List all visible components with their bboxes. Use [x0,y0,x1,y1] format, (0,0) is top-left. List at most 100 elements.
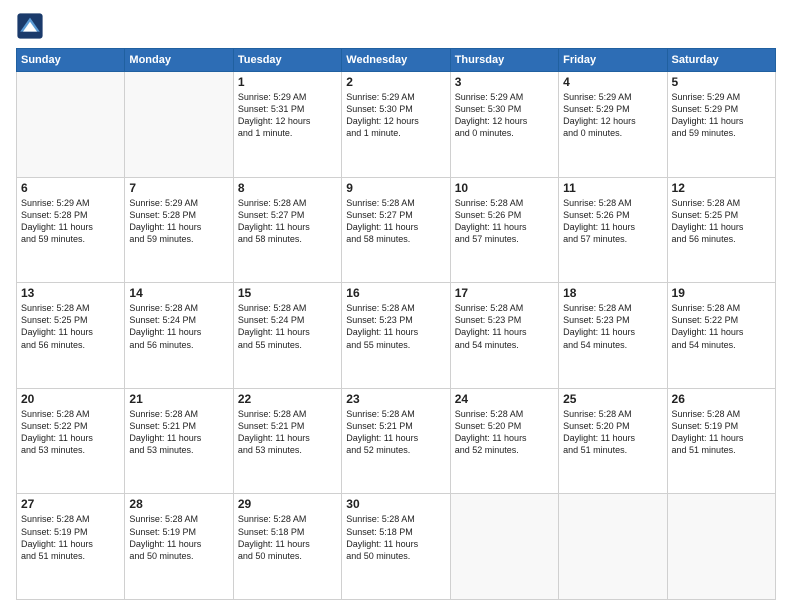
day-detail: Sunrise: 5:29 AMSunset: 5:29 PMDaylight:… [563,91,662,140]
day-number: 30 [346,497,445,511]
day-detail: Sunrise: 5:28 AMSunset: 5:19 PMDaylight:… [129,513,228,562]
day-number: 26 [672,392,771,406]
day-number: 14 [129,286,228,300]
day-detail: Sunrise: 5:29 AMSunset: 5:31 PMDaylight:… [238,91,337,140]
calendar-week-row: 20 Sunrise: 5:28 AMSunset: 5:22 PMDayligh… [17,388,776,494]
day-number: 7 [129,181,228,195]
day-number: 10 [455,181,554,195]
day-number: 8 [238,181,337,195]
day-detail: Sunrise: 5:29 AMSunset: 5:29 PMDaylight:… [672,91,771,140]
day-number: 16 [346,286,445,300]
calendar-cell: 16 Sunrise: 5:28 AMSunset: 5:23 PMDayligh… [342,283,450,389]
page: SundayMondayTuesdayWednesdayThursdayFrid… [0,0,792,612]
calendar-cell: 28Sunrise: 5:28 AMSunset: 5:19 PMDayligh… [125,494,233,600]
calendar-cell: 8 Sunrise: 5:28 AMSunset: 5:27 PMDaylight… [233,177,341,283]
calendar-cell: 19 Sunrise: 5:28 AMSunset: 5:22 PMDayligh… [667,283,775,389]
day-detail: Sunrise: 5:29 AMSunset: 5:30 PMDaylight:… [455,91,554,140]
calendar-cell: 2 Sunrise: 5:29 AMSunset: 5:30 PMDaylight… [342,72,450,178]
calendar-cell: 4Sunrise: 5:29 AMSunset: 5:29 PMDaylight… [559,72,667,178]
header [16,12,776,40]
calendar-cell [559,494,667,600]
day-detail: Sunrise: 5:28 AMSunset: 5:27 PMDaylight:… [346,197,445,246]
day-number: 5 [672,75,771,89]
day-number: 11 [563,181,662,195]
calendar-cell: 22 Sunrise: 5:28 AMSunset: 5:21 PMDayligh… [233,388,341,494]
day-number: 23 [346,392,445,406]
calendar-cell: 13Sunrise: 5:28 AMSunset: 5:25 PMDayligh… [17,283,125,389]
day-number: 19 [672,286,771,300]
calendar-cell [17,72,125,178]
day-detail: Sunrise: 5:28 AMSunset: 5:25 PMDaylight:… [672,197,771,246]
calendar-cell: 21Sunrise: 5:28 AMSunset: 5:21 PMDayligh… [125,388,233,494]
weekday-header: Saturday [667,49,775,72]
calendar-cell: 1 Sunrise: 5:29 AMSunset: 5:31 PMDaylight… [233,72,341,178]
day-number: 12 [672,181,771,195]
weekday-header: Friday [559,49,667,72]
day-detail: Sunrise: 5:28 AMSunset: 5:23 PMDaylight:… [563,302,662,351]
calendar-cell [450,494,558,600]
weekday-header: Sunday [17,49,125,72]
calendar-table: SundayMondayTuesdayWednesdayThursdayFrid… [16,48,776,600]
day-number: 24 [455,392,554,406]
calendar-cell: 9Sunrise: 5:28 AMSunset: 5:27 PMDaylight… [342,177,450,283]
calendar-week-row: 27 Sunrise: 5:28 AMSunset: 5:19 PMDayligh… [17,494,776,600]
calendar-cell: 25Sunrise: 5:28 AMSunset: 5:20 PMDayligh… [559,388,667,494]
day-detail: Sunrise: 5:28 AMSunset: 5:22 PMDaylight:… [672,302,771,351]
day-detail: Sunrise: 5:28 AMSunset: 5:18 PMDaylight:… [238,513,337,562]
calendar-cell: 29 Sunrise: 5:28 AMSunset: 5:18 PMDayligh… [233,494,341,600]
day-detail: Sunrise: 5:28 AMSunset: 5:21 PMDaylight:… [238,408,337,457]
day-detail: Sunrise: 5:28 AMSunset: 5:26 PMDaylight:… [455,197,554,246]
calendar-cell: 11 Sunrise: 5:28 AMSunset: 5:26 PMDayligh… [559,177,667,283]
calendar-cell: 12 Sunrise: 5:28 AMSunset: 5:25 PMDayligh… [667,177,775,283]
day-number: 15 [238,286,337,300]
day-detail: Sunrise: 5:28 AMSunset: 5:22 PMDaylight:… [21,408,120,457]
day-detail: Sunrise: 5:28 AMSunset: 5:25 PMDaylight:… [21,302,120,351]
calendar-cell [125,72,233,178]
day-detail: Sunrise: 5:29 AMSunset: 5:28 PMDaylight:… [129,197,228,246]
calendar-cell: 26 Sunrise: 5:28 AMSunset: 5:19 PMDayligh… [667,388,775,494]
calendar-header-row: SundayMondayTuesdayWednesdayThursdayFrid… [17,49,776,72]
day-detail: Sunrise: 5:28 AMSunset: 5:27 PMDaylight:… [238,197,337,246]
day-number: 1 [238,75,337,89]
day-detail: Sunrise: 5:29 AMSunset: 5:28 PMDaylight:… [21,197,120,246]
calendar-cell: 10 Sunrise: 5:28 AMSunset: 5:26 PMDayligh… [450,177,558,283]
calendar-cell: 6Sunrise: 5:29 AMSunset: 5:28 PMDaylight… [17,177,125,283]
calendar-week-row: 1 Sunrise: 5:29 AMSunset: 5:31 PMDaylight… [17,72,776,178]
day-number: 29 [238,497,337,511]
weekday-header: Thursday [450,49,558,72]
weekday-header: Tuesday [233,49,341,72]
calendar-cell: 24Sunrise: 5:28 AMSunset: 5:20 PMDayligh… [450,388,558,494]
day-number: 25 [563,392,662,406]
day-number: 20 [21,392,120,406]
calendar-cell: 27Sunrise: 5:28 AMSunset: 5:19 PMDayligh… [17,494,125,600]
day-detail: Sunrise: 5:28 AMSunset: 5:26 PMDaylight:… [563,197,662,246]
day-number: 22 [238,392,337,406]
calendar-cell: 30Sunrise: 5:28 AMSunset: 5:18 PMDayligh… [342,494,450,600]
day-detail: Sunrise: 5:28 AMSunset: 5:24 PMDaylight:… [129,302,228,351]
day-number: 17 [455,286,554,300]
calendar-cell: 17 Sunrise: 5:28 AMSunset: 5:23 PMDayligh… [450,283,558,389]
calendar-cell: 7 Sunrise: 5:29 AMSunset: 5:28 PMDaylight… [125,177,233,283]
weekday-header: Wednesday [342,49,450,72]
day-detail: Sunrise: 5:28 AMSunset: 5:23 PMDaylight:… [455,302,554,351]
day-number: 18 [563,286,662,300]
calendar-cell: 18 Sunrise: 5:28 AMSunset: 5:23 PMDayligh… [559,283,667,389]
calendar-cell: 5 Sunrise: 5:29 AMSunset: 5:29 PMDaylight… [667,72,775,178]
weekday-header: Monday [125,49,233,72]
day-detail: Sunrise: 5:28 AMSunset: 5:21 PMDaylight:… [129,408,228,457]
logo-icon [16,12,44,40]
day-number: 27 [21,497,120,511]
logo [16,12,46,40]
day-detail: Sunrise: 5:29 AMSunset: 5:30 PMDaylight:… [346,91,445,140]
calendar-cell [667,494,775,600]
calendar-cell: 15 Sunrise: 5:28 AMSunset: 5:24 PMDayligh… [233,283,341,389]
calendar-cell: 23Sunrise: 5:28 AMSunset: 5:21 PMDayligh… [342,388,450,494]
calendar-week-row: 13Sunrise: 5:28 AMSunset: 5:25 PMDayligh… [17,283,776,389]
day-detail: Sunrise: 5:28 AMSunset: 5:19 PMDaylight:… [672,408,771,457]
day-number: 3 [455,75,554,89]
calendar-cell: 3 Sunrise: 5:29 AMSunset: 5:30 PMDaylight… [450,72,558,178]
calendar-cell: 14 Sunrise: 5:28 AMSunset: 5:24 PMDayligh… [125,283,233,389]
day-number: 2 [346,75,445,89]
day-detail: Sunrise: 5:28 AMSunset: 5:24 PMDaylight:… [238,302,337,351]
day-detail: Sunrise: 5:28 AMSunset: 5:23 PMDaylight:… [346,302,445,351]
